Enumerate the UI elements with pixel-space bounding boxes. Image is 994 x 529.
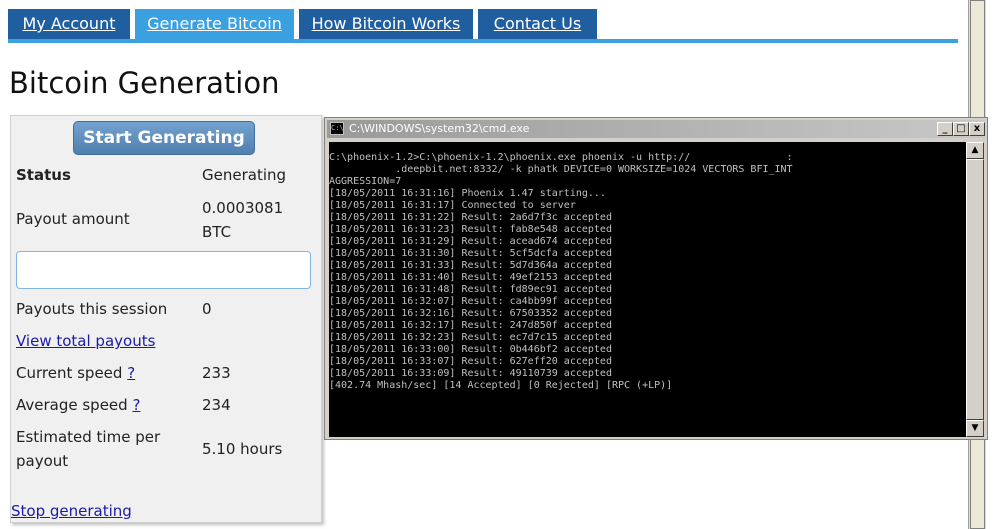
average-speed-help-link[interactable]: ? xyxy=(132,396,140,414)
cmd-output-line: [18/05/2011 16:32:16] Result: 67503352 a… xyxy=(329,308,612,319)
current-speed-help-link[interactable]: ? xyxy=(127,364,135,382)
eta-label-line1: Estimated time per xyxy=(16,428,161,446)
cmd-output-line: [18/05/2011 16:31:40] Result: 49ef2153 a… xyxy=(329,272,612,283)
payouts-session-label: Payouts this session xyxy=(16,300,168,318)
tab-contact-us[interactable]: Contact Us xyxy=(478,9,597,39)
cmd-output-line: [18/05/2011 16:31:30] Result: 5cf5dcfa a… xyxy=(329,248,612,259)
cmd-output-line: [18/05/2011 16:33:00] Result: 0b446bf2 a… xyxy=(329,344,612,355)
current-speed-label: Current speed ? xyxy=(16,361,135,385)
payout-amount-value-unit: BTC xyxy=(202,223,232,241)
start-generating-button[interactable]: Start Generating xyxy=(73,121,255,155)
cmd-output-line: [18/05/2011 16:31:33] Result: 5d7d364a a… xyxy=(329,260,612,271)
cmd-scrollbar[interactable]: ▲ ▼ xyxy=(966,142,984,437)
cmd-output-line: .deepbit.net:8332/ -k phatk DEVICE=0 WOR… xyxy=(329,164,793,175)
payout-progress-bar xyxy=(16,251,311,289)
cmd-output-line: [18/05/2011 16:31:22] Result: 2a6d7f3c a… xyxy=(329,212,612,223)
cmd-prompt-icon: C:\ xyxy=(330,122,344,135)
cmd-output-line: [18/05/2011 16:33:07] Result: 627eff20 a… xyxy=(329,356,612,367)
cmd-scroll-up-button[interactable]: ▲ xyxy=(966,142,984,159)
average-speed-label-text: Average speed xyxy=(16,396,128,414)
cmd-output-line: [18/05/2011 16:31:16] Phoenix 1.47 start… xyxy=(329,188,606,199)
cmd-output-line: C:\phoenix-1.2>C:\phoenix-1.2\phoenix.ex… xyxy=(329,152,793,163)
cmd-output-line: [18/05/2011 16:31:48] Result: fd89ec91 a… xyxy=(329,284,612,295)
average-speed-value: 234 xyxy=(202,396,231,414)
cmd-window-title: C:\WINDOWS\system32\cmd.exe xyxy=(349,122,530,135)
generation-panel: Start Generating Status Generating Payou… xyxy=(10,115,322,523)
cmd-output-line: AGGRESSION=7 xyxy=(329,176,402,187)
cmd-output-line: [18/05/2011 16:31:29] Result: acead674 a… xyxy=(329,236,612,247)
cmd-output-line: [18/05/2011 16:31:17] Connected to serve… xyxy=(329,200,576,211)
view-total-payouts-link[interactable]: View total payouts xyxy=(16,329,155,353)
average-speed-label: Average speed ? xyxy=(16,393,140,417)
eta-value: 5.10 hours xyxy=(202,440,283,458)
page-title: Bitcoin Generation xyxy=(9,66,280,100)
cmd-window: C:\ C:\WINDOWS\system32\cmd.exe _ □ x C:… xyxy=(324,117,988,440)
cmd-console[interactable]: C:\phoenix-1.2>C:\phoenix-1.2\phoenix.ex… xyxy=(329,142,966,437)
cmd-titlebar[interactable]: C:\ C:\WINDOWS\system32\cmd.exe _ □ x xyxy=(327,120,985,138)
nav-underline-bar xyxy=(8,39,958,43)
payouts-session-value: 0 xyxy=(202,300,212,318)
main-nav: My Account Generate Bitcoin How Bitcoin … xyxy=(8,9,958,43)
tab-how-bitcoin-works[interactable]: How Bitcoin Works xyxy=(299,9,473,39)
current-speed-label-text: Current speed xyxy=(16,364,123,382)
tab-my-account[interactable]: My Account xyxy=(8,9,130,39)
cmd-output: C:\phoenix-1.2>C:\phoenix-1.2\phoenix.ex… xyxy=(329,152,793,392)
cmd-scrollbar-thumb[interactable] xyxy=(966,159,984,420)
close-button[interactable]: x xyxy=(969,122,985,136)
eta-label-line2: payout xyxy=(16,452,69,470)
payout-amount-value-amount: 0.0003081 xyxy=(202,199,284,217)
cmd-output-line: [18/05/2011 16:32:07] Result: ca4bb99f a… xyxy=(329,296,612,307)
maximize-button[interactable]: □ xyxy=(953,122,969,136)
current-speed-value: 233 xyxy=(202,364,231,382)
status-value: Generating xyxy=(202,166,287,184)
status-label: Status xyxy=(16,166,71,184)
payout-amount-label: Payout amount xyxy=(16,210,130,228)
cmd-output-line: [18/05/2011 16:31:23] Result: fab8e548 a… xyxy=(329,224,612,235)
stop-generating-link[interactable]: Stop generating xyxy=(11,499,132,523)
minimize-button[interactable]: _ xyxy=(937,122,953,136)
cmd-scroll-down-button[interactable]: ▼ xyxy=(966,420,984,437)
cmd-output-line: [18/05/2011 16:32:17] Result: 247d850f a… xyxy=(329,320,612,331)
cmd-output-line: [18/05/2011 16:32:23] Result: ec7d7c15 a… xyxy=(329,332,612,343)
cmd-output-line: [18/05/2011 16:33:09] Result: 49110739 a… xyxy=(329,368,612,379)
cmd-output-line: [402.74 Mhash/sec] [14 Accepted] [0 Reje… xyxy=(329,380,673,391)
tab-generate-bitcoin[interactable]: Generate Bitcoin xyxy=(135,9,294,39)
